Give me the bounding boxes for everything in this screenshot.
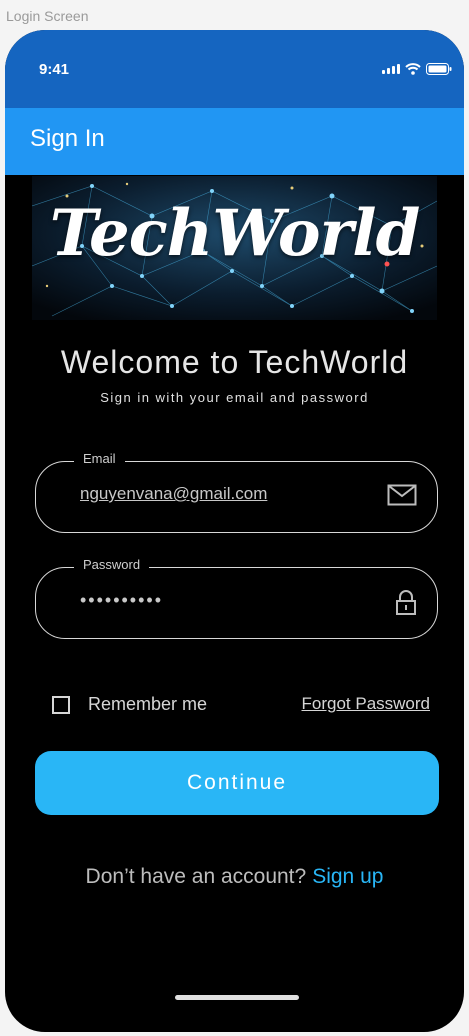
wifi-icon [405,63,421,75]
signup-prompt: Don’t have an account? [85,865,307,888]
password-field[interactable]: Password •••••••••• [35,557,438,639]
techworld-banner: TechWorld [32,176,437,320]
remember-me-row[interactable]: Remember me [52,694,207,715]
app-bar: Sign In [5,108,464,175]
banner-logo-text: TechWorld [49,196,421,271]
password-label: Password [74,557,150,572]
phone-screen: 9:41 Sign In TechWorld Welcome to TechWo… [5,30,464,1032]
email-input[interactable]: nguyenvana@gmail.com [80,484,267,504]
battery-icon [426,63,452,75]
mail-icon [387,484,417,511]
welcome-title: Welcome to TechWorld [60,344,409,380]
sign-up-link[interactable]: Sign up [312,865,383,888]
cellular-signal-icon [382,64,400,74]
welcome-subtitle: Sign in with your email and password [100,390,369,405]
remember-me-checkbox[interactable] [52,695,70,714]
status-time: 9:41 [39,61,70,78]
password-input[interactable]: •••••••••• [80,590,163,611]
continue-button[interactable]: Continue [35,751,439,815]
forgot-password-link[interactable]: Forgot Password [302,694,431,714]
email-field[interactable]: Email nguyenvana@gmail.com [35,451,438,533]
app-bar-title: Sign In [30,125,105,152]
status-icons [382,63,452,75]
email-label: Email [74,451,125,466]
frame-label: Login Screen [6,8,89,24]
lock-icon [395,590,417,621]
status-bar: 9:41 [5,30,464,108]
signup-row: Don’t have an account? Sign up [5,865,464,889]
remember-me-label: Remember me [88,694,208,714]
home-indicator[interactable] [175,995,299,1000]
